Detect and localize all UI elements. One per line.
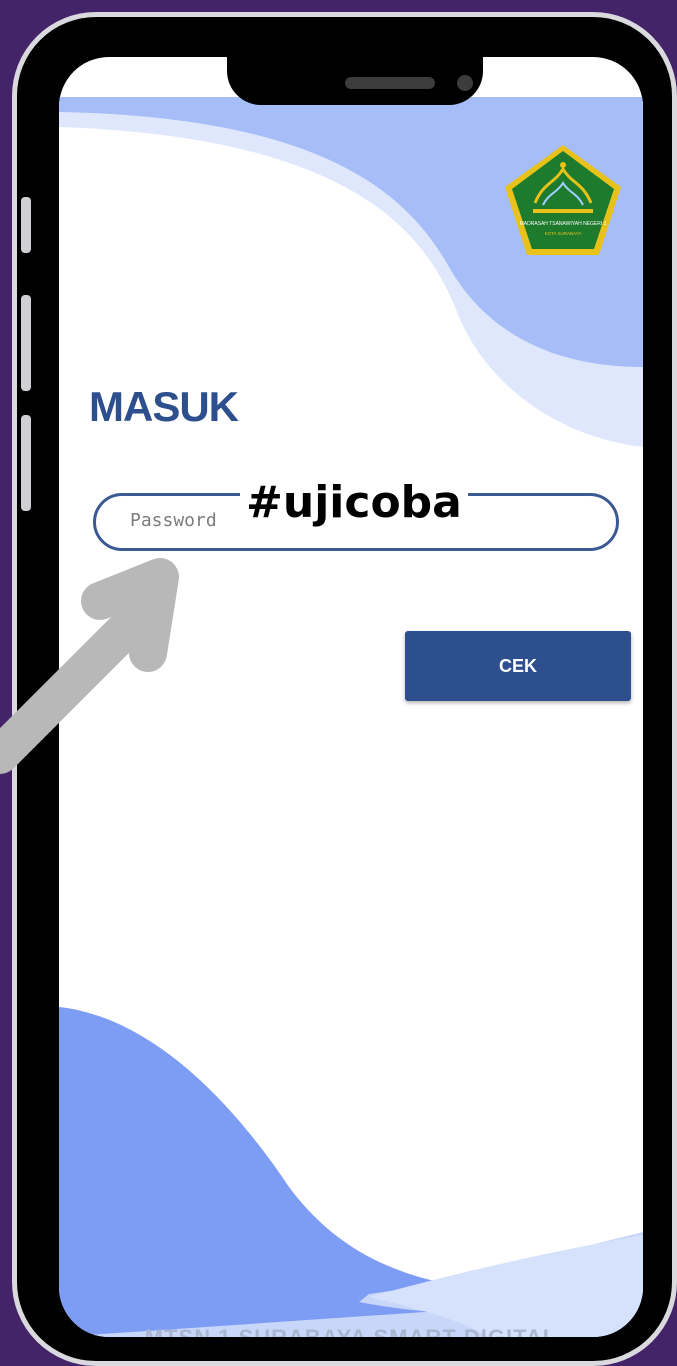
side-button-silent (21, 197, 31, 253)
page-title: MASUK (89, 383, 239, 430)
logo-line2: KOTA SURABAYA (545, 231, 582, 236)
phone-notch (227, 57, 483, 105)
password-placeholder: Password (130, 510, 217, 531)
side-button-volume-up (21, 295, 31, 391)
side-button-volume-down (21, 415, 31, 511)
hashtag-overlay: #ujicoba (240, 472, 468, 534)
front-camera (457, 75, 473, 91)
logo-line1: MADRASAH TSANAWIYAH NEGERI 1 (520, 221, 607, 227)
speaker-grille (345, 77, 435, 89)
arrow-icon (0, 558, 179, 774)
footer-text: MTSN 1 SURABAYA SMART DIGITAL (59, 1325, 643, 1337)
madrasah-logo: MADRASAH TSANAWIYAH NEGERI 1 KOTA SURABA… (505, 145, 621, 255)
cek-button[interactable]: CEK (405, 631, 631, 701)
